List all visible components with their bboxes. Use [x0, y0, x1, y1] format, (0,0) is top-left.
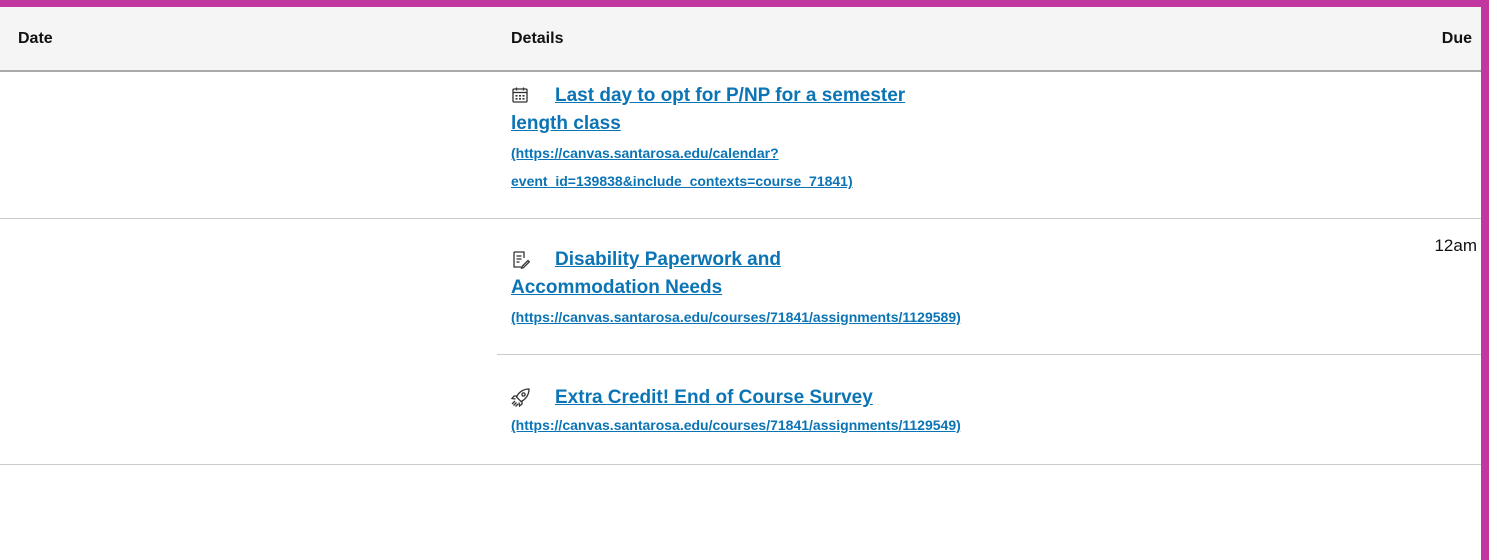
row-divider [0, 218, 1481, 219]
calendar-event-link[interactable]: Last day to opt for P/NP for a semester … [511, 82, 971, 138]
details-column-header: Details [511, 30, 564, 47]
assignment-url-extra-credit[interactable]: (https://canvas.santarosa.edu/courses/71… [511, 411, 961, 439]
due-time: 12am [1434, 236, 1477, 255]
item-divider [497, 354, 1481, 355]
list-item-calendar-event: Last day to opt for P/NP for a semester … [511, 82, 971, 202]
due-column-header: Due [1441, 30, 1472, 47]
focus-frame-right [1481, 0, 1489, 560]
calendar-event-title-line2[interactable]: length class [511, 110, 971, 138]
assignment-title-line2[interactable]: Accommodation Needs [511, 274, 971, 302]
assignment-link-extra-credit[interactable]: Extra Credit! End of Course Survey [511, 384, 1151, 412]
calendar-event-title-line1[interactable]: Last day to opt for P/NP for a semester [511, 82, 971, 110]
calendar-event-url-line2[interactable]: event_id=139838&include_contexts=course_… [511, 167, 853, 195]
list-item-extra-credit: Extra Credit! End of Course Survey (http… [510, 384, 1211, 444]
row-divider [0, 464, 1481, 465]
assignment-url-disability[interactable]: (https://canvas.santarosa.edu/courses/71… [511, 303, 961, 331]
date-column-header: Date [18, 30, 53, 47]
calendar-event-url[interactable]: (https://canvas.santarosa.edu/calendar? … [511, 139, 853, 195]
calendar-event-url-line1[interactable]: (https://canvas.santarosa.edu/calendar? [511, 139, 853, 167]
assignment-title-line1[interactable]: Disability Paperwork and [511, 246, 971, 274]
focus-frame-top [0, 0, 1489, 7]
assignment-link-disability[interactable]: Disability Paperwork and Accommodation N… [511, 246, 971, 302]
table-header: Date Details Due [0, 7, 1481, 72]
list-item-assignment: Disability Paperwork and Accommodation N… [511, 246, 971, 336]
